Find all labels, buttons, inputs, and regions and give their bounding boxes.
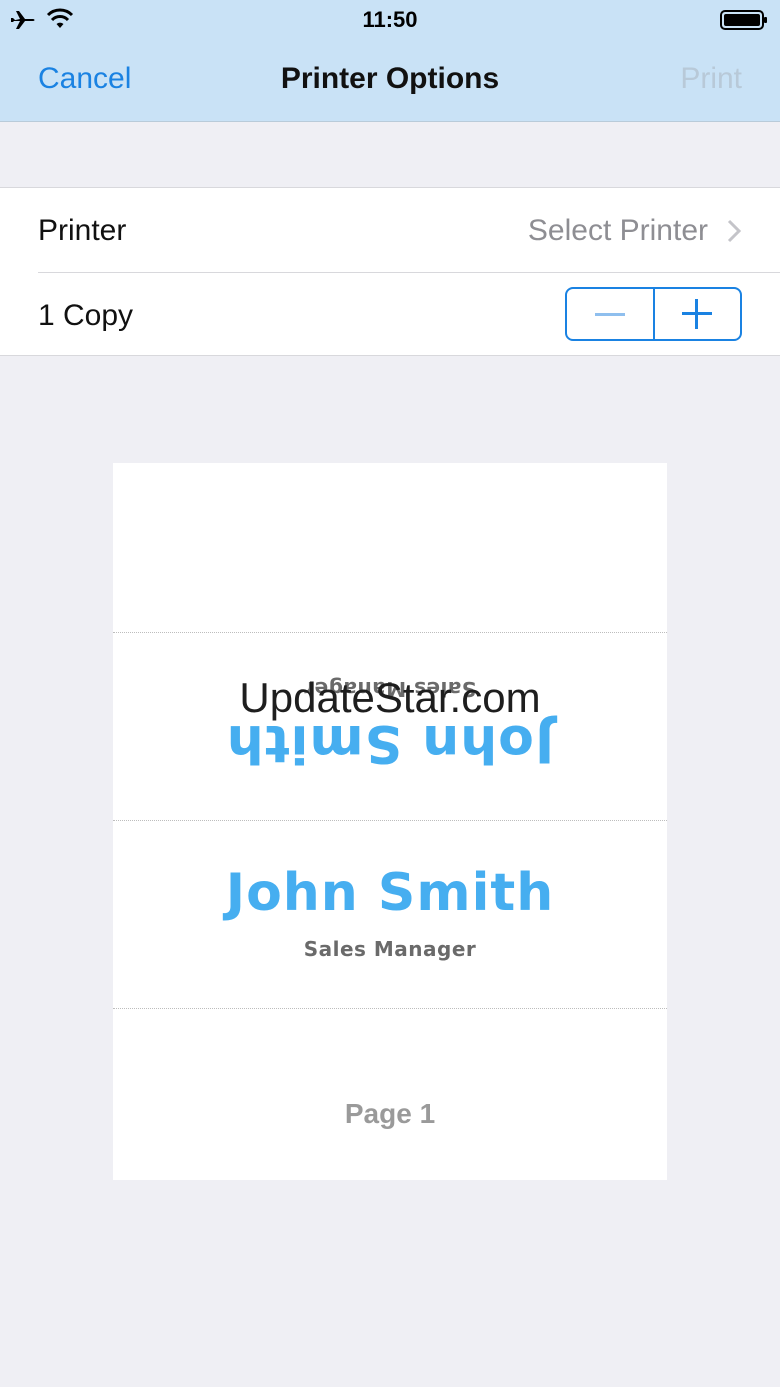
print-preview-page: Sales Manager John Smith John Smith Sale… <box>113 463 667 1180</box>
badge-role: Sales Manager <box>303 937 477 961</box>
copies-stepper[interactable] <box>565 287 742 341</box>
printer-value: Select Printer <box>527 214 708 247</box>
decrement-button[interactable] <box>567 289 653 339</box>
print-button[interactable]: Print <box>680 62 742 96</box>
chevron-right-icon <box>727 219 742 243</box>
badge-name: John Smith <box>225 863 555 923</box>
status-time: 11:50 <box>362 7 418 32</box>
plus-icon <box>682 299 713 329</box>
page-title: Printer Options <box>280 62 500 95</box>
status-bar: 11:50 <box>0 0 780 40</box>
minus-icon <box>594 312 625 316</box>
navigation-header: 11:50 Cancel Printer Options Print <box>0 0 780 122</box>
upside-down-name: John Smith <box>225 713 555 773</box>
copies-label: 1 Copy <box>38 299 134 332</box>
fold-line <box>113 1008 667 1009</box>
printer-label: Printer <box>38 214 127 247</box>
page-label: Page 1 <box>344 1098 436 1129</box>
fold-line <box>113 632 667 633</box>
printer-row[interactable]: Printer Select Printer <box>0 188 780 272</box>
watermark-text: UpdateStar.com <box>239 674 541 721</box>
increment-button[interactable] <box>655 289 741 339</box>
copies-row: 1 Copy <box>0 273 780 357</box>
battery-icon <box>720 10 767 30</box>
fold-line <box>113 820 667 821</box>
printer-settings-group: Printer Select Printer 1 Copy <box>0 187 780 356</box>
